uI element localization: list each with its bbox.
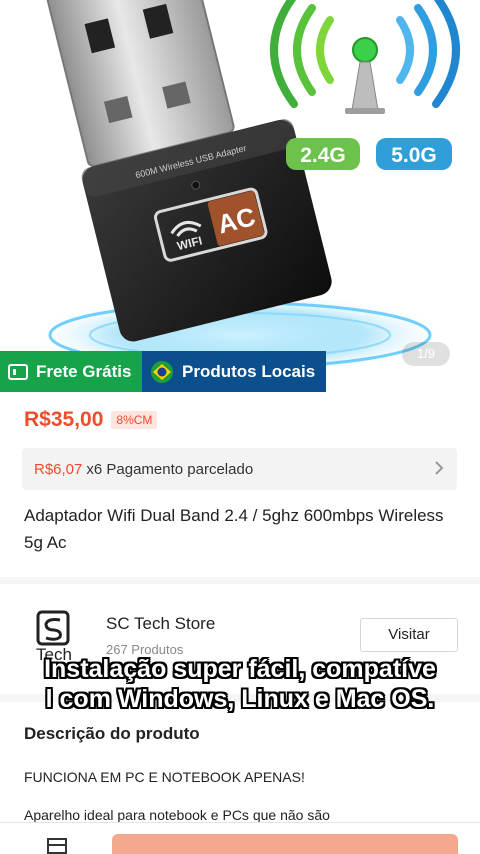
product-title: Adaptador Wifi Dual Band 2.4 / 5ghz 600m…	[24, 506, 444, 552]
free-shipping-badge: Frete Grátis	[0, 351, 142, 392]
price-row: R$35,00 8%CM	[24, 408, 158, 432]
installment-row[interactable]: R$6,07 x6 Pagamento parcelado	[22, 448, 457, 490]
band-24-label: 2.4G	[300, 144, 346, 167]
price-card: R$35,00 8%CM R$6,07 x6 Pagamento parcela…	[0, 392, 480, 577]
caption-line: Instalação super fácil, compatíve	[44, 655, 436, 683]
shipping-icon	[8, 363, 28, 381]
product-page: 600M Wireless USB Adapter AC WIFI 2.4G 5…	[0, 0, 480, 854]
description-line: FUNCIONA EM PC E NOTEBOOK APENAS!	[24, 769, 305, 785]
chevron-right-icon	[433, 459, 445, 481]
wifi-antenna-icon	[270, 0, 460, 114]
free-shipping-label: Frete Grátis	[36, 361, 132, 381]
video-caption: Instalação super fácil, compatíve l com …	[0, 654, 480, 714]
tax-badge: 8%CM	[111, 411, 158, 429]
image-counter: 1/9	[402, 342, 450, 366]
description-section: Descrição do produto FUNCIONA EM PC E NO…	[0, 702, 480, 822]
product-image-gallery[interactable]: 600M Wireless USB Adapter AC WIFI 2.4G 5…	[0, 0, 480, 392]
installment-text: x6 Pagamento parcelado	[86, 460, 254, 478]
buy-now-button[interactable]	[112, 834, 458, 854]
product-image: 600M Wireless USB Adapter AC WIFI 2.4G 5…	[30, 0, 460, 377]
caption-line: l com Windows, Linux e Mac OS.	[45, 685, 435, 713]
badge-row: Frete Grátis Produtos Locais	[0, 351, 326, 392]
band-5-label: 5.0G	[391, 144, 437, 167]
visit-store-button[interactable]: Visitar	[360, 618, 458, 652]
brazil-flag-icon	[150, 360, 174, 384]
store-icon[interactable]	[46, 837, 68, 854]
installment-price: R$6,07	[34, 460, 83, 478]
local-products-label: Produtos Locais	[182, 361, 316, 381]
description-line: Aparelho ideal para notebook e PCs que n…	[24, 807, 330, 822]
product-price: R$35,00	[24, 408, 104, 431]
bottom-action-bar	[0, 822, 480, 854]
local-products-badge: Produtos Locais	[142, 351, 326, 392]
store-name[interactable]: SC Tech Store	[106, 614, 215, 634]
description-heading: Descrição do produto	[24, 724, 200, 743]
